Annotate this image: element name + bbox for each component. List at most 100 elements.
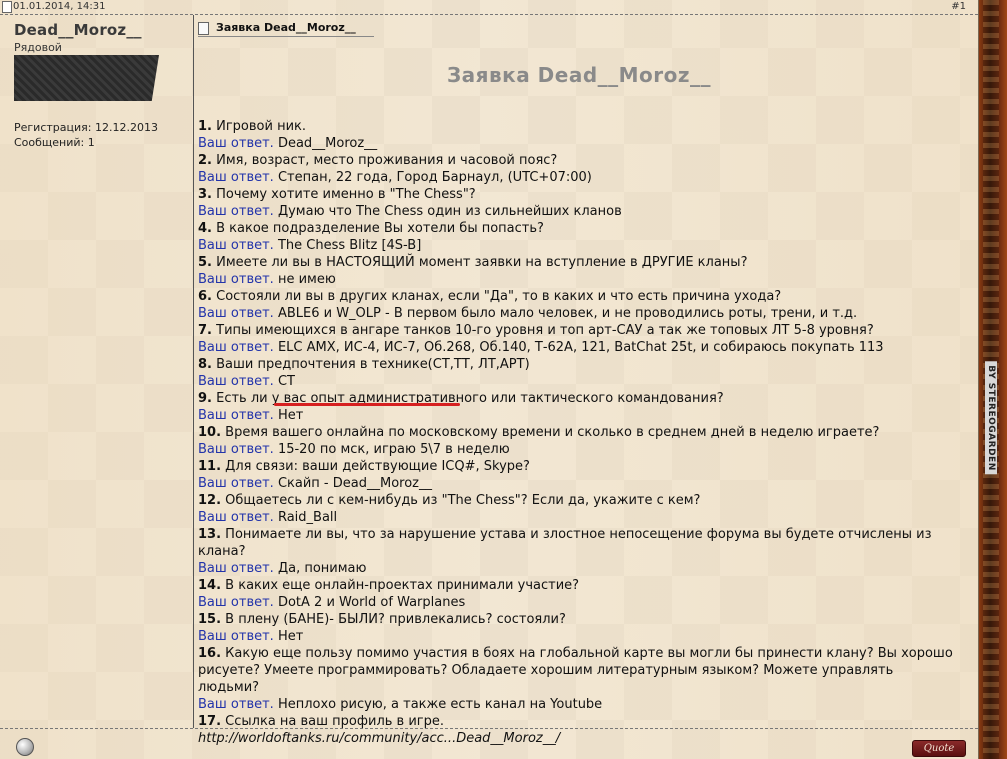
question-line: 3. Почему хотите именно в "The Chess"? (198, 186, 958, 203)
question-text: Ссылка на ваш профиль в игре. (225, 714, 445, 729)
question-text: Имя, возраст, место проживания и часовой… (216, 153, 558, 168)
topic-divider (198, 36, 374, 37)
question-number: 15. (198, 612, 222, 627)
answer-text: Нет (277, 629, 304, 644)
answer-line: Ваш ответ. СТ (198, 373, 958, 390)
answer-text: Думаю что The Chess один из сильнейших к… (277, 204, 622, 219)
answer-text: Dead__Moroz__ (277, 136, 378, 151)
question-number: 14. (198, 578, 222, 593)
question-number: 6. (198, 289, 212, 304)
author-rank-image (14, 55, 159, 101)
answer-label: Ваш ответ. (198, 238, 274, 253)
answer-text: Да, понимаю (277, 561, 367, 576)
question-number: 5. (198, 255, 212, 270)
question-line: 4. В какое подразделение Вы хотели бы по… (198, 220, 958, 237)
question-line: 8. Ваши предпочтения в технике(СТ,ТТ, ЛТ… (198, 356, 958, 373)
question-text: Ваши предпочтения в технике(СТ,ТТ, ЛТ,АР… (216, 357, 530, 372)
answer-label: Ваш ответ. (198, 561, 274, 576)
question-line: 14. В каких еще онлайн-проектах принимал… (198, 577, 958, 594)
question-number: 4. (198, 221, 212, 236)
question-text: Игровой ник. (216, 119, 307, 134)
question-line: 5. Имеете ли вы в НАСТОЯЩИЙ момент заявк… (198, 254, 958, 271)
question-text: В плену (БАНЕ)- БЫЛИ? привлекались? сост… (225, 612, 566, 627)
answer-line: Ваш ответ. не имею (198, 271, 958, 288)
answer-line: Ваш ответ. Да, понимаю (198, 560, 958, 577)
question-text: Типы имеющихся в ангаре танков 10-го уро… (216, 323, 874, 338)
question-number: 9. (198, 391, 212, 406)
answer-label: Ваш ответ. (198, 306, 274, 321)
post-footer-divider (0, 728, 978, 729)
author-username[interactable]: Dead__Moroz__ (14, 21, 142, 39)
question-text: Почему хотите именно в "The Chess"? (216, 187, 476, 202)
answer-line: Ваш ответ. Dead__Moroz__ (198, 135, 958, 152)
answer-label: Ваш ответ. (198, 374, 274, 389)
profile-link[interactable]: http://worldoftanks.ru/community/acc...D… (198, 730, 958, 747)
answer-line: Ваш ответ. ELC AMX, ИС-4, ИС-7, Об.268, … (198, 339, 958, 356)
answer-text: Степан, 22 года, Город Барнаул, (UTC+07:… (277, 170, 592, 185)
answer-label: Ваш ответ. (198, 697, 274, 712)
answer-line: Ваш ответ. Raid_Ball (198, 509, 958, 526)
question-line: 15. В плену (БАНЕ)- БЫЛИ? привлекались? … (198, 611, 958, 628)
topic-title: Заявка Dead__Moroz__ (216, 21, 356, 34)
answer-line: Ваш ответ. Нет (198, 628, 958, 645)
post-number-link[interactable]: #1 (951, 0, 966, 13)
answer-line: Ваш ответ. DotA 2 и World of Warplanes (198, 594, 958, 611)
answer-line: Ваш ответ. The Chess Blitz [4S-B] (198, 237, 958, 254)
answer-text: Неплохо рисую, а также есть канал на You… (277, 697, 603, 712)
author-messages: Сообщений: 1 (14, 136, 95, 149)
question-number: 10. (198, 425, 222, 440)
question-text: Имеете ли вы в НАСТОЯЩИЙ момент заявки н… (216, 255, 748, 270)
quote-button[interactable]: Quote (912, 740, 966, 757)
watermark: BY STEREOGARDEN (985, 361, 997, 475)
answer-label: Ваш ответ. (198, 340, 274, 355)
answer-line: Ваш ответ. ABLE6 и W_OLP - В первом было… (198, 305, 958, 322)
answer-label: Ваш ответ. (198, 510, 274, 525)
answer-line: Ваш ответ. Нет (198, 407, 958, 424)
answer-label: Ваш ответ. (198, 272, 274, 287)
question-number: 2. (198, 153, 212, 168)
answer-text: не имею (277, 272, 336, 287)
status-orb-icon (16, 738, 34, 756)
question-text: Состояли ли вы в других кланах, если "Да… (216, 289, 782, 304)
question-number: 12. (198, 493, 222, 508)
answer-text: 15-20 по мск, играю 5\7 в неделю (277, 442, 510, 457)
answer-line: Ваш ответ. Думаю что The Chess один из с… (198, 203, 958, 220)
question-line: 12. Общаетесь ли с кем-нибудь из "The Ch… (198, 492, 958, 509)
answer-label: Ваш ответ. (198, 408, 274, 423)
question-text: Какую еще пользу помимо участия в боях н… (198, 646, 953, 695)
post-content: Заявка Dead__Moroz__ Заявка Dead__Moroz_… (194, 15, 964, 746)
answer-label: Ваш ответ. (198, 629, 274, 644)
question-line: 2. Имя, возраст, место проживания и часо… (198, 152, 958, 169)
post-date: 01.01.2014, 14:31 (13, 1, 106, 12)
document-icon (2, 1, 12, 13)
question-text: Для связи: ваши действующие ICQ#, Skype? (225, 459, 530, 474)
answer-line: Ваш ответ. Степан, 22 года, Город Барнау… (198, 169, 958, 186)
question-number: 13. (198, 527, 222, 542)
answer-text: DotA 2 и World of Warplanes (277, 595, 466, 610)
answer-text: ELC AMX, ИС-4, ИС-7, Об.268, Об.140, Т-6… (277, 340, 884, 355)
question-line: 6. Состояли ли вы в других кланах, если … (198, 288, 958, 305)
question-number: 17. (198, 714, 222, 729)
document-icon (198, 22, 209, 35)
answer-text: ABLE6 и W_OLP - В первом было мало челов… (277, 306, 858, 321)
question-line: 11. Для связи: ваши действующие ICQ#, Sk… (198, 458, 958, 475)
question-number: 7. (198, 323, 212, 338)
question-text: В какое подразделение Вы хотели бы попас… (216, 221, 544, 236)
question-number: 16. (198, 646, 222, 661)
author-rank: Рядовой (14, 41, 62, 54)
question-line: 10. Время вашего онлайна по московскому … (198, 424, 958, 441)
answer-label: Ваш ответ. (198, 595, 274, 610)
answer-line: Ваш ответ. Неплохо рисую, а также есть к… (198, 696, 958, 713)
answer-line: Ваш ответ. Скайп - Dead__Moroz__ (198, 475, 958, 492)
question-number: 8. (198, 357, 212, 372)
question-number: 1. (198, 119, 212, 134)
post-header: 01.01.2014, 14:31 #1 (0, 0, 978, 15)
answer-label: Ваш ответ. (198, 170, 274, 185)
answer-line: Ваш ответ. 15-20 по мск, играю 5\7 в нед… (198, 441, 958, 458)
question-line: 16. Какую еще пользу помимо участия в бо… (198, 645, 958, 696)
answer-label: Ваш ответ. (198, 204, 274, 219)
question-text: В каких еще онлайн-проектах принимали уч… (225, 578, 580, 593)
answer-label: Ваш ответ. (198, 442, 274, 457)
question-line: 7. Типы имеющихся в ангаре танков 10-го … (198, 322, 958, 339)
author-column: Dead__Moroz__ Рядовой Регистрация: 12.12… (0, 15, 194, 728)
